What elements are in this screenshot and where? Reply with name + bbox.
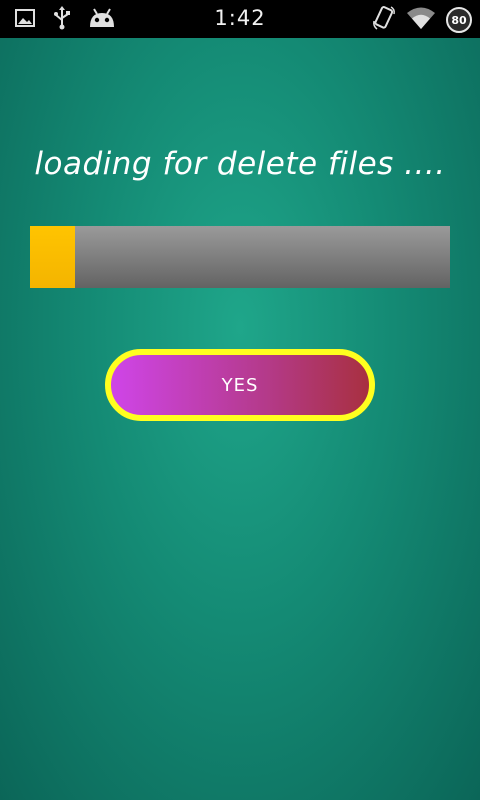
battery-level: 80 bbox=[451, 13, 467, 27]
rotate-phone-icon bbox=[372, 5, 396, 35]
status-right-icons: 80 bbox=[372, 5, 472, 35]
progress-fill bbox=[30, 226, 75, 288]
yes-button-label: YES bbox=[221, 374, 259, 396]
wifi-icon bbox=[406, 6, 436, 34]
app-screen: loading for delete files .... YES bbox=[0, 38, 480, 800]
yes-button[interactable]: YES bbox=[105, 349, 375, 421]
loading-title: loading for delete files .... bbox=[34, 146, 446, 182]
status-bar: 1:42 80 bbox=[0, 0, 480, 38]
battery-indicator: 80 bbox=[446, 7, 472, 33]
progress-bar bbox=[30, 226, 450, 288]
